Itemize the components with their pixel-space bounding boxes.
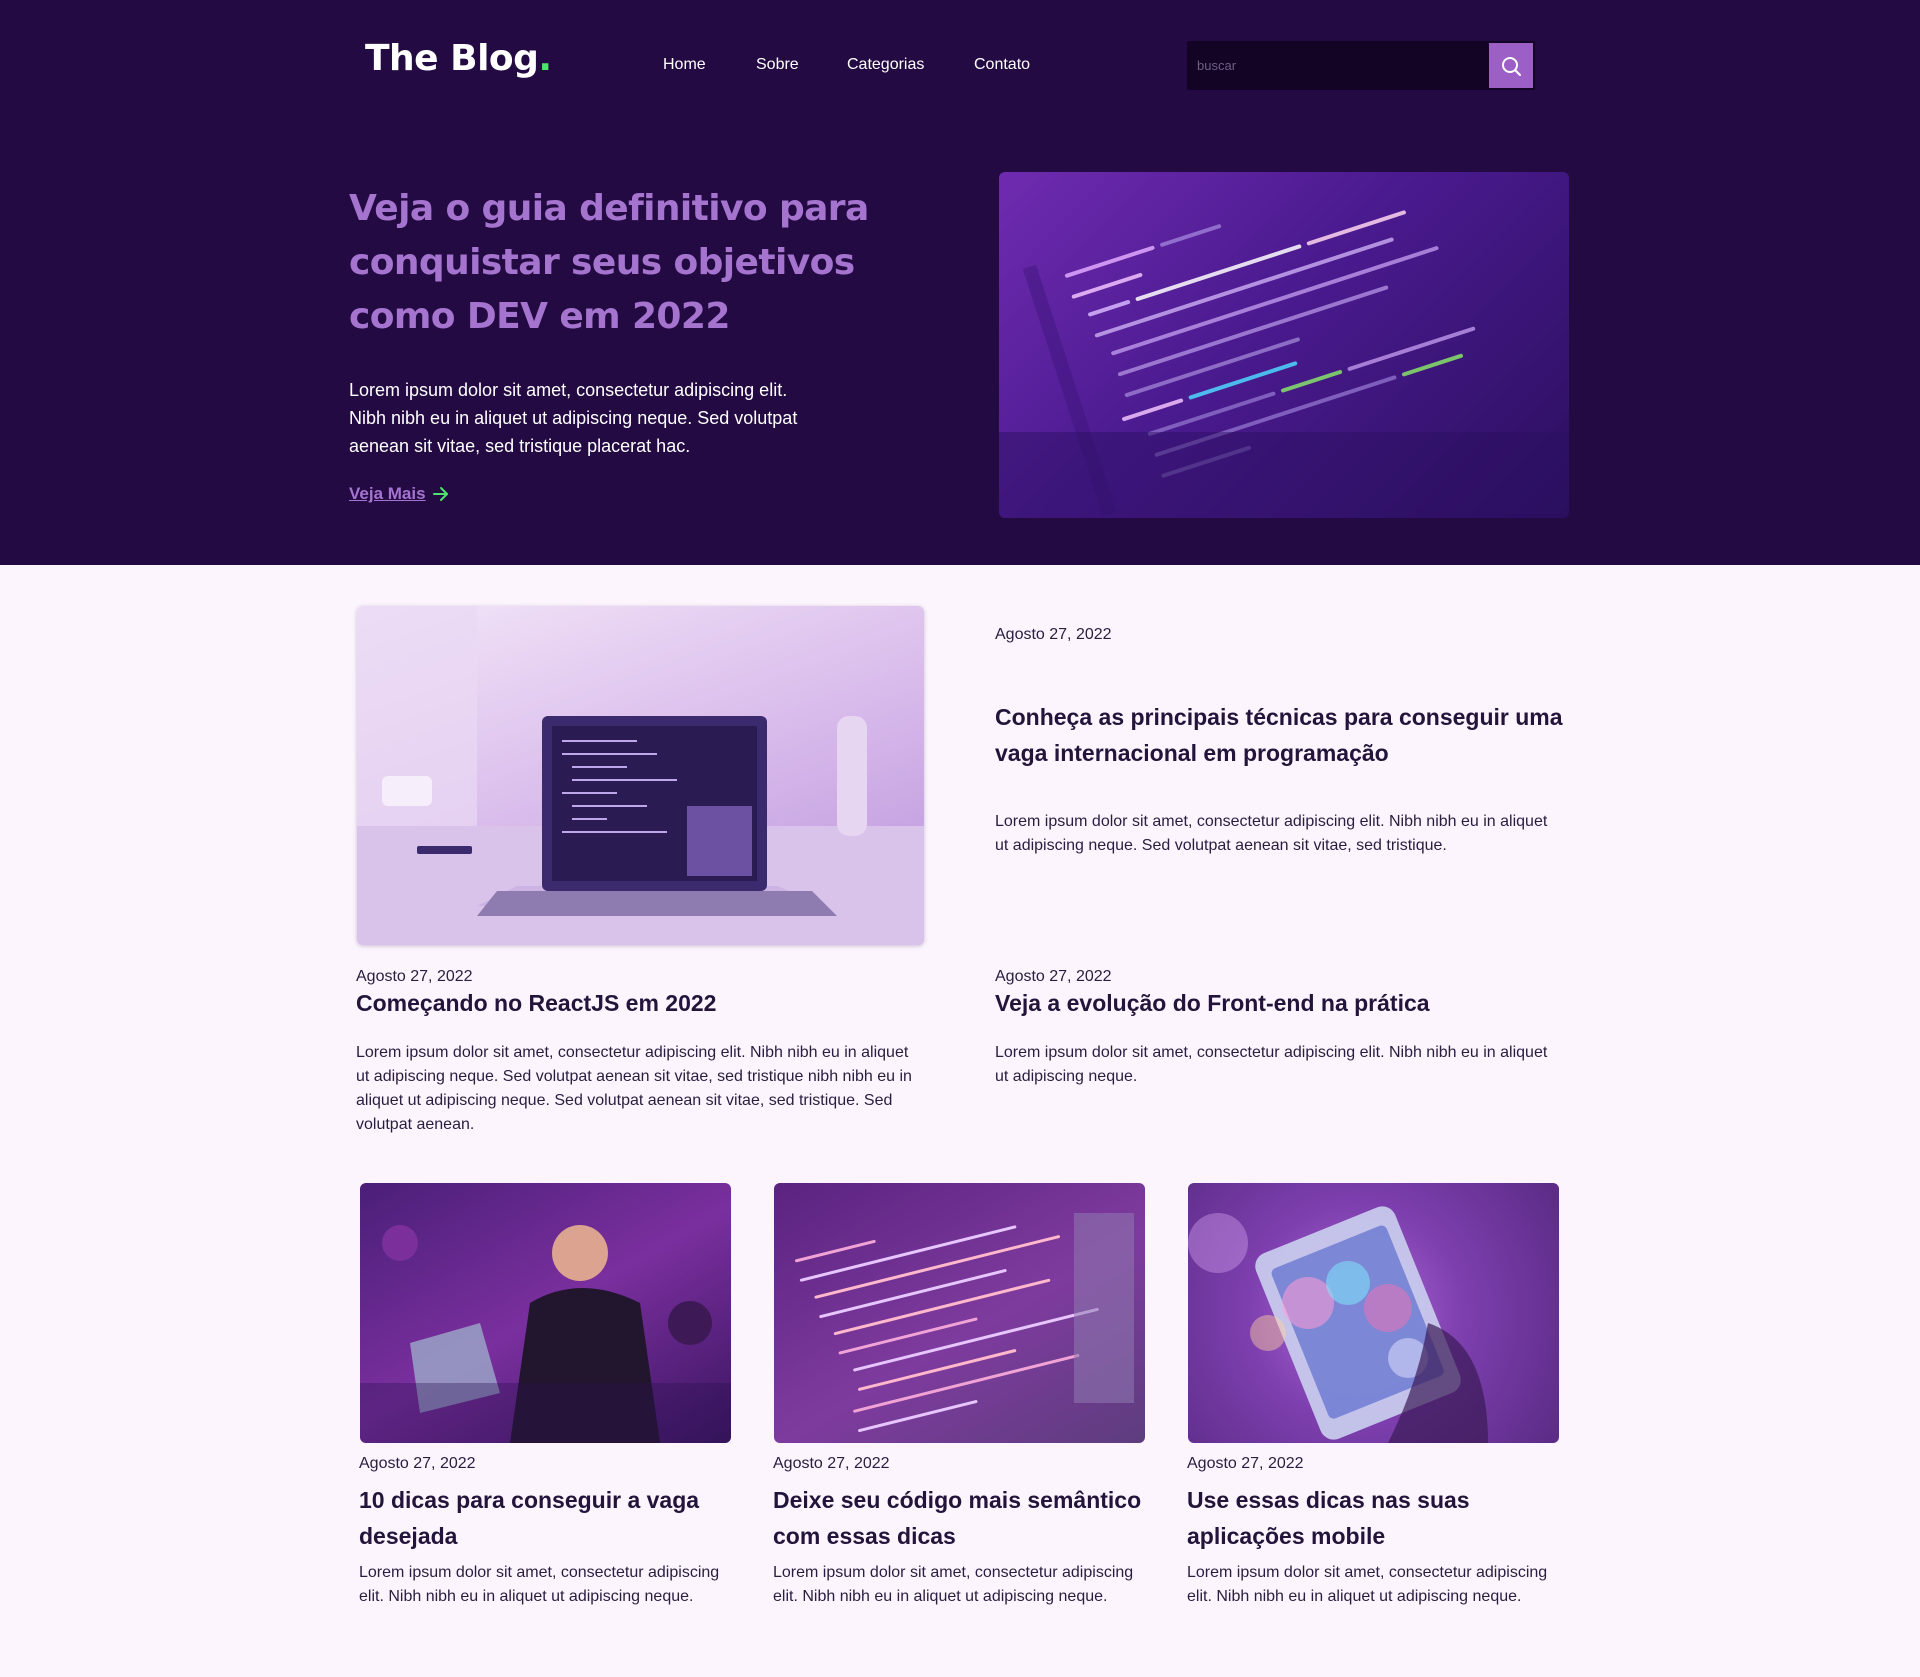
- nav-contato[interactable]: Contato: [974, 56, 1030, 74]
- search-input[interactable]: [1187, 41, 1489, 90]
- hero-section: The Blog. Home Sobre Categorias Contato …: [0, 0, 1920, 565]
- side-post-date: Agosto 27, 2022: [995, 626, 1112, 643]
- nav-categorias[interactable]: Categorias: [847, 56, 924, 74]
- featured-post-excerpt: Lorem ipsum dolor sit amet, consectetur …: [356, 1044, 912, 1133]
- search-icon: [1502, 56, 1521, 76]
- veja-mais-label: Veja Mais: [349, 484, 426, 503]
- featured-post-image: [357, 606, 924, 945]
- post-card-title[interactable]: Deixe seu código mais semântico com essa…: [773, 1482, 1145, 1554]
- post-card-excerpt: Lorem ipsum dolor sit amet, consectetur …: [773, 1564, 1134, 1605]
- post-card-excerpt: Lorem ipsum dolor sit amet, consectetur …: [359, 1564, 720, 1605]
- post-card-title[interactable]: 10 dicas para conseguir a vaga desejada: [359, 1482, 731, 1554]
- post-card-title[interactable]: Use essas dicas nas suas aplicações mobi…: [1187, 1482, 1559, 1554]
- search-box: [1187, 41, 1535, 90]
- logo-dot: .: [538, 38, 552, 79]
- hero-image-code-laptop: [999, 172, 1569, 518]
- post-card-image: [774, 1183, 1145, 1443]
- side-post-excerpt: Lorem ipsum dolor sit amet, consectetur …: [995, 1044, 1548, 1085]
- nav-sobre[interactable]: Sobre: [756, 56, 799, 74]
- hero-title: Veja o guia definitivo para conquistar s…: [349, 188, 869, 337]
- featured-post-date: Agosto 27, 2022: [356, 968, 473, 985]
- post-card-date: Agosto 27, 2022: [773, 1455, 890, 1472]
- search-button[interactable]: [1489, 43, 1533, 88]
- post-card-date: Agosto 27, 2022: [1187, 1455, 1304, 1472]
- logo-text: The Blog: [365, 38, 539, 79]
- hero-text: Lorem ipsum dolor sit amet, consectetur …: [349, 380, 798, 456]
- post-card-date: Agosto 27, 2022: [359, 1455, 476, 1472]
- side-post-excerpt: Lorem ipsum dolor sit amet, consectetur …: [995, 813, 1548, 854]
- side-post-date: Agosto 27, 2022: [995, 968, 1112, 985]
- nav-home[interactable]: Home: [663, 56, 706, 74]
- post-card-image: [360, 1183, 731, 1443]
- side-post-title[interactable]: Conheça as principais técnicas para cons…: [995, 699, 1565, 771]
- site-logo[interactable]: The Blog.: [365, 38, 552, 79]
- post-card-image: [1188, 1183, 1559, 1443]
- arrow-right-icon: [432, 487, 448, 501]
- veja-mais-link[interactable]: Veja Mais: [349, 484, 450, 504]
- side-post-title[interactable]: Veja a evolução do Front-end na prática: [995, 988, 1565, 1018]
- post-card-excerpt: Lorem ipsum dolor sit amet, consectetur …: [1187, 1564, 1548, 1605]
- featured-post-title[interactable]: Começando no ReactJS em 2022: [356, 988, 716, 1018]
